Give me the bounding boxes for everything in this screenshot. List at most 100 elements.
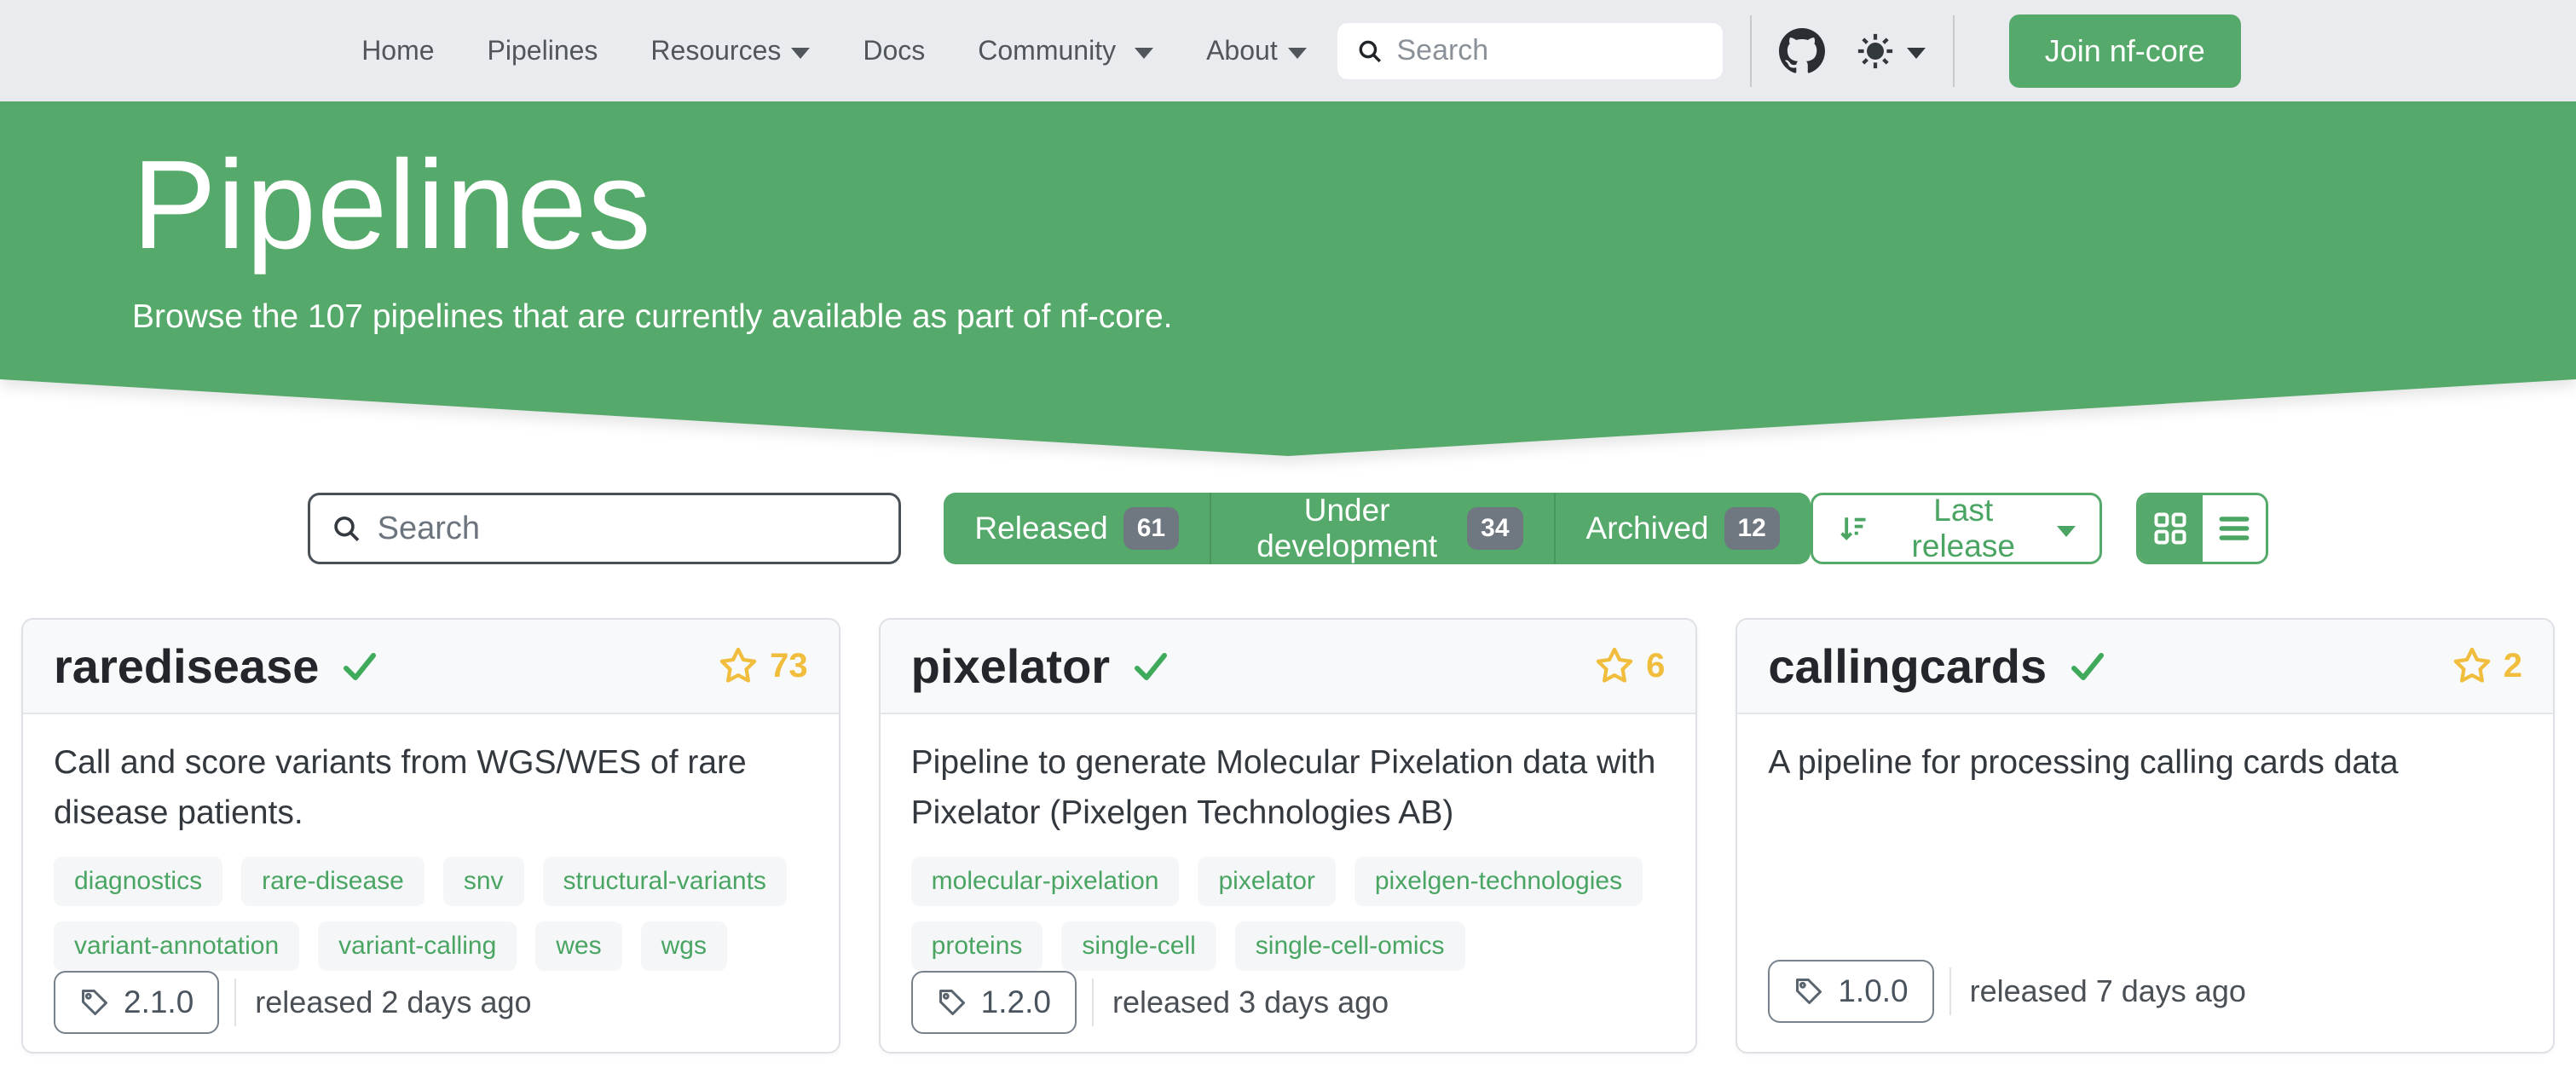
release-date: released 7 days ago: [1970, 973, 2246, 1009]
nav-link-pipelines[interactable]: Pipelines: [461, 35, 625, 66]
pipeline-name: pixelator: [911, 638, 1110, 694]
theme-sun-icon: [1856, 32, 1895, 71]
nav-link-about[interactable]: About: [1180, 35, 1307, 66]
nav-link-community[interactable]: Community: [951, 35, 1180, 66]
caret-down-icon: [1135, 48, 1153, 59]
star-count[interactable]: 73: [719, 647, 808, 686]
tag-pill[interactable]: single-cell: [1061, 921, 1216, 971]
card-body: A pipeline for processing calling cards …: [1737, 714, 2553, 807]
page-subtitle: Browse the 107 pipelines that are curren…: [132, 298, 2576, 336]
caret-down-icon: [791, 48, 810, 59]
tag-pill[interactable]: structural-variants: [543, 857, 787, 906]
view-toggle-group: [2136, 493, 2268, 564]
github-icon: [1779, 28, 1825, 74]
star-count-value: 6: [1646, 647, 1665, 685]
join-nf-core-button[interactable]: Join nf-core: [2009, 14, 2241, 88]
tag-icon: [79, 987, 110, 1018]
star-icon: [719, 647, 758, 686]
sort-label: Last release: [1885, 493, 2042, 564]
pipeline-name-link[interactable]: raredisease: [54, 638, 380, 694]
tag-pill[interactable]: diagnostics: [54, 857, 222, 906]
pipeline-name-link[interactable]: callingcards: [1768, 638, 2108, 694]
nav-link-label: Docs: [863, 35, 925, 66]
card-body: Pipeline to generate Molecular Pixelatio…: [881, 714, 1696, 971]
tag-pill[interactable]: snv: [443, 857, 524, 906]
sort-down-icon: [1837, 511, 1869, 546]
tag-pill[interactable]: variant-annotation: [54, 921, 299, 971]
filter-under-development-button[interactable]: Under development 34: [1210, 493, 1553, 564]
grid-icon: [2151, 510, 2189, 547]
card-header: pixelator 6: [881, 620, 1696, 714]
check-icon: [1130, 646, 1171, 687]
tag-pill[interactable]: variant-calling: [318, 921, 517, 971]
tag-pill[interactable]: molecular-pixelation: [911, 857, 1180, 906]
pipeline-card-raredisease: raredisease 73 Call and score variants f…: [21, 618, 840, 1054]
footer-divider: [1949, 967, 1951, 1015]
nav-link-docs[interactable]: Docs: [836, 35, 951, 66]
caret-down-icon: [1907, 48, 1926, 59]
tag-pill[interactable]: pixelgen-technologies: [1354, 857, 1643, 906]
pipeline-description: Pipeline to generate Molecular Pixelatio…: [911, 738, 1666, 838]
list-view-button[interactable]: [2203, 495, 2266, 562]
card-body: Call and score variants from WGS/WES of …: [23, 714, 839, 971]
status-filter-group: Released 61 Under development 34 Archive…: [944, 493, 1810, 564]
count-badge: 12: [1724, 507, 1780, 550]
check-icon: [339, 646, 380, 687]
version-button[interactable]: 2.1.0: [54, 971, 219, 1034]
caret-down-icon: [1288, 48, 1307, 59]
nav-link-label: Home: [361, 35, 434, 66]
version-label: 1.2.0: [981, 984, 1051, 1020]
filter-label: Under development: [1242, 493, 1452, 564]
version-label: 1.0.0: [1838, 973, 1908, 1009]
star-icon: [1595, 647, 1634, 686]
github-link[interactable]: [1779, 28, 1825, 74]
nav-search-input[interactable]: [1396, 34, 1703, 67]
filter-released-button[interactable]: Released 61: [944, 493, 1210, 564]
grid-view-button[interactable]: [2139, 495, 2202, 562]
tag-pill[interactable]: rare-disease: [241, 857, 425, 906]
tag-pill[interactable]: wgs: [641, 921, 727, 971]
list-icon: [2215, 510, 2253, 547]
release-date: released 2 days ago: [255, 984, 531, 1020]
sort-dropdown-button[interactable]: Last release: [1811, 493, 2102, 564]
top-navbar: Home Pipelines Resources Docs Community …: [0, 0, 2576, 104]
check-icon: [2067, 646, 2108, 687]
filter-archived-button[interactable]: Archived 12: [1554, 493, 1811, 564]
pipeline-name-link[interactable]: pixelator: [911, 638, 1171, 694]
caret-down-icon: [2057, 526, 2076, 537]
tag-pill[interactable]: single-cell-omics: [1235, 921, 1465, 971]
nav-link-home[interactable]: Home: [335, 35, 460, 66]
nav-link-label: About: [1206, 35, 1278, 66]
star-icon: [2452, 647, 2492, 686]
tag-pill[interactable]: proteins: [911, 921, 1043, 971]
version-button[interactable]: 1.0.0: [1768, 960, 1933, 1023]
nav-divider: [1750, 15, 1752, 87]
star-count[interactable]: 2: [2452, 647, 2522, 686]
search-icon: [1356, 36, 1383, 66]
nav-link-resources[interactable]: Resources: [624, 35, 836, 66]
version-button[interactable]: 1.2.0: [911, 971, 1077, 1034]
pipeline-search-box[interactable]: [308, 493, 901, 564]
pipeline-search-input[interactable]: [378, 511, 879, 547]
pipeline-name: callingcards: [1768, 638, 2047, 694]
nav-link-label: Pipelines: [488, 35, 598, 66]
theme-toggle[interactable]: [1856, 32, 1926, 71]
page-title: Pipelines: [132, 133, 2576, 278]
nav-divider: [1953, 15, 1955, 87]
card-footer: 2.1.0 released 2 days ago: [23, 971, 839, 1063]
tag-pill[interactable]: wes: [535, 921, 621, 971]
card-header: callingcards 2: [1737, 620, 2553, 714]
pipeline-card-callingcards: callingcards 2 A pipeline for processing…: [1736, 618, 2555, 1054]
nav-link-label: Resources: [650, 35, 781, 66]
nav-search-box[interactable]: [1337, 23, 1723, 79]
nav-link-label: Community: [978, 35, 1116, 66]
pipeline-description: Call and score variants from WGS/WES of …: [54, 738, 808, 838]
star-count-value: 73: [770, 647, 808, 685]
tag-pill[interactable]: pixelator: [1198, 857, 1335, 906]
search-icon: [331, 511, 362, 546]
tag-icon: [937, 987, 967, 1018]
star-count[interactable]: 6: [1595, 647, 1665, 686]
count-badge: 34: [1467, 507, 1522, 550]
version-label: 2.1.0: [124, 984, 193, 1020]
pipeline-card-grid: raredisease 73 Call and score variants f…: [21, 618, 2555, 1054]
